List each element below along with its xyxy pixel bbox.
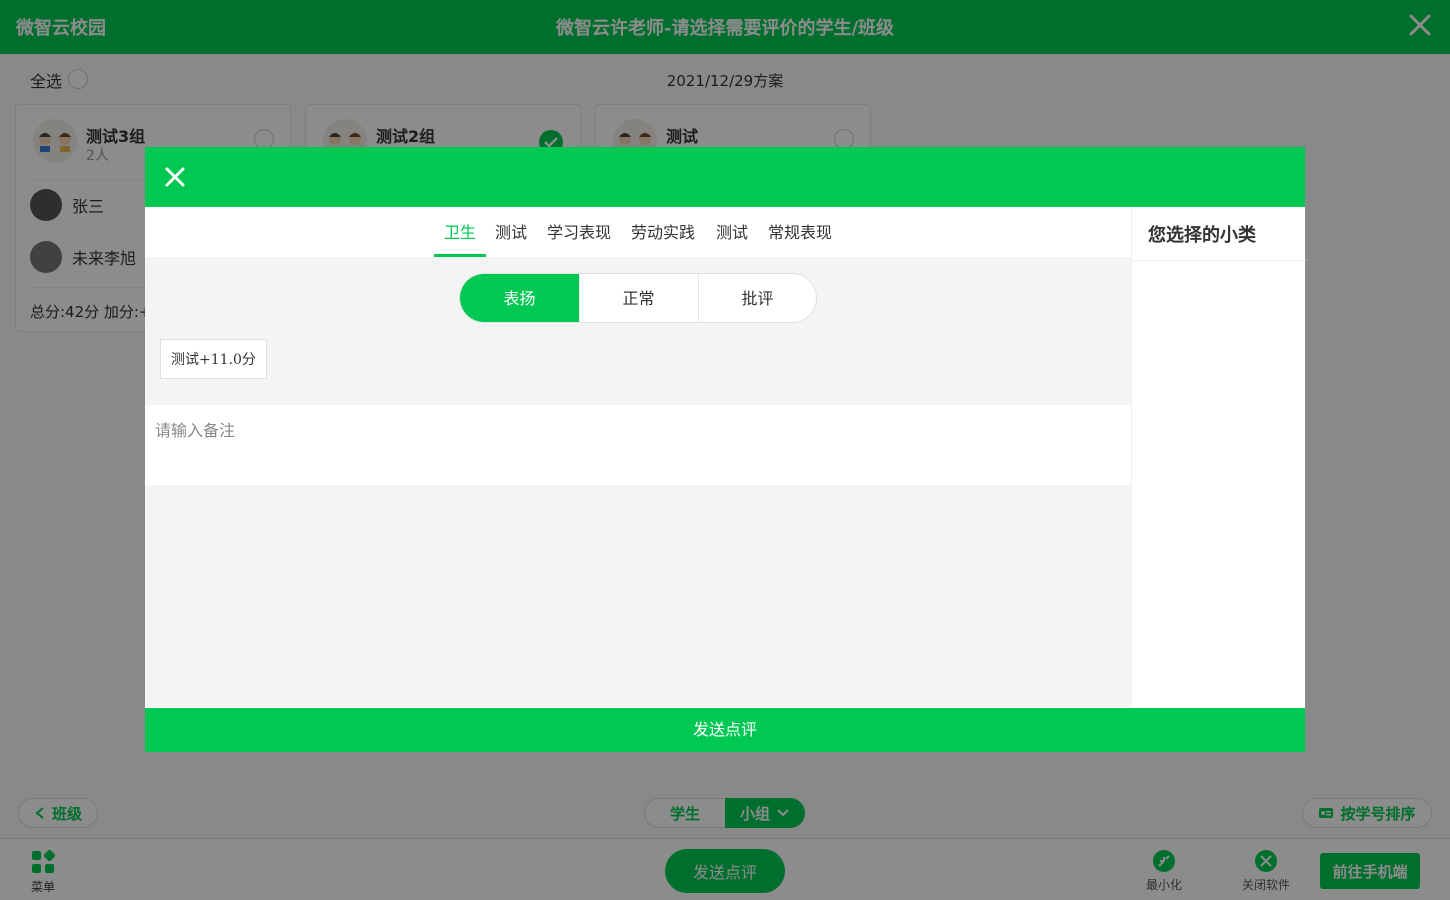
evaluation-item-chip[interactable]: 测试+11.0分: [160, 339, 267, 379]
dialog-empty-area: [145, 485, 1131, 707]
remark-input[interactable]: [145, 405, 1131, 485]
tab-category[interactable]: 卫生: [434, 207, 486, 257]
selected-subcategories-panel: 您选择的小类: [1131, 207, 1306, 707]
evaluation-options-area: 表扬 正常 批评 测试+11.0分: [145, 257, 1131, 405]
evaluation-type-segmented: 表扬 正常 批评: [459, 273, 817, 323]
panel-divider: [1132, 260, 1306, 261]
send-review-button[interactable]: 发送点评: [145, 708, 1305, 752]
dialog-header: [145, 147, 1305, 207]
tab-category[interactable]: 测试: [711, 207, 753, 257]
selected-subcategories-title: 您选择的小类: [1148, 225, 1256, 246]
tab-category[interactable]: 学习表现: [544, 207, 614, 257]
review-dialog: 卫生 测试 学习表现 劳动实践 测试 常规表现 表扬 正常 批评 测试+11.0…: [145, 147, 1306, 752]
dialog-close-icon[interactable]: [163, 165, 187, 189]
segment-criticize[interactable]: 批评: [698, 274, 816, 322]
segment-normal[interactable]: 正常: [579, 274, 698, 322]
tab-category[interactable]: 常规表现: [765, 207, 835, 257]
category-tabs: 卫生 测试 学习表现 劳动实践 测试 常规表现: [145, 207, 1131, 257]
segment-praise[interactable]: 表扬: [460, 274, 579, 322]
tab-category[interactable]: 测试: [490, 207, 532, 257]
tab-category[interactable]: 劳动实践: [628, 207, 698, 257]
